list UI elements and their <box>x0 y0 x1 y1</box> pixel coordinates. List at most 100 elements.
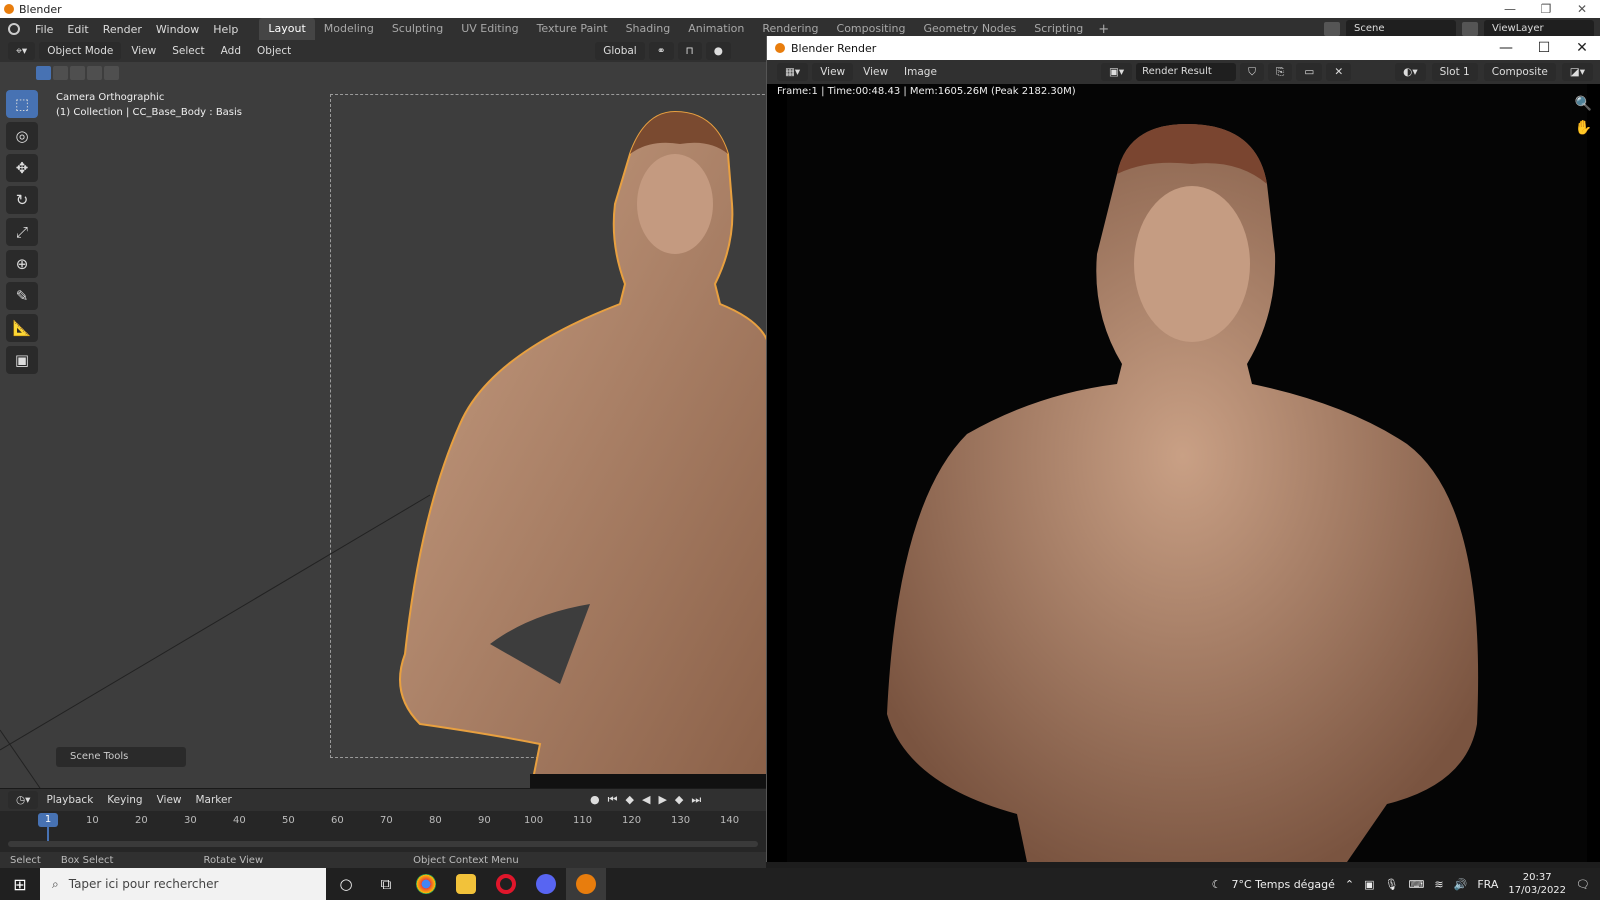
3d-viewport[interactable]: ⌖▾ Object Mode View Select Add Object Gl… <box>0 40 766 788</box>
image-menu-view[interactable]: View <box>857 66 894 78</box>
timeline-menu-playback[interactable]: Playback <box>40 794 99 806</box>
render-close-button[interactable]: ✕ <box>1563 36 1600 60</box>
open-image-icon[interactable]: ▭ <box>1296 63 1323 81</box>
menu-render[interactable]: Render <box>96 23 149 36</box>
character-model[interactable] <box>330 94 766 788</box>
tab-modeling[interactable]: Modeling <box>315 18 383 40</box>
render-image-area[interactable] <box>787 84 1587 862</box>
zoom-icon[interactable]: 🔍 <box>1575 96 1592 112</box>
overlay-icon[interactable]: ◪▾ <box>1561 63 1593 81</box>
prev-keyframe-icon[interactable]: ◆ <box>626 793 634 807</box>
image-view-mode-dropdown[interactable]: View <box>812 63 854 81</box>
editor-type-button[interactable]: ▦▾ <box>777 63 809 81</box>
tick-label: 130 <box>671 815 691 826</box>
task-view-icon[interactable]: ⧉ <box>366 868 406 900</box>
notifications-icon[interactable]: 🗨 <box>1576 878 1590 891</box>
editor-type-button[interactable]: ◷▾ <box>8 791 39 809</box>
meet-now-icon[interactable]: ▣ <box>1364 878 1374 891</box>
maximize-button[interactable]: ❐ <box>1528 0 1564 18</box>
tab-animation[interactable]: Animation <box>679 18 753 40</box>
render-pass-dropdown[interactable]: Composite <box>1483 63 1556 81</box>
scene-icon[interactable] <box>1324 22 1340 36</box>
tab-texture-paint[interactable]: Texture Paint <box>528 18 617 40</box>
pan-hand-icon[interactable]: ✋ <box>1575 120 1592 136</box>
tick-label: 50 <box>282 815 295 826</box>
blender-menu-icon[interactable] <box>8 23 20 35</box>
blender-taskbar-icon[interactable] <box>566 868 606 900</box>
volume-icon[interactable]: 🔊 <box>1454 878 1468 891</box>
blender-logo-icon <box>775 43 785 53</box>
taskbar-search[interactable]: ⌕ Taper ici pour rechercher <box>40 868 326 900</box>
clock-date: 17/03/2022 <box>1508 885 1567 896</box>
tick-label: 10 <box>86 815 99 826</box>
discord-icon[interactable] <box>526 868 566 900</box>
fake-user-icon[interactable]: ⛉ <box>1240 63 1265 81</box>
close-button[interactable]: ✕ <box>1564 0 1600 18</box>
menu-edit[interactable]: Edit <box>60 23 95 36</box>
timeline-menu-view[interactable]: View <box>151 794 188 806</box>
render-result-image <box>887 124 1479 862</box>
unlink-image-icon[interactable]: ✕ <box>1326 63 1352 81</box>
play-icon[interactable]: ▶ <box>658 793 666 807</box>
image-menu-image[interactable]: Image <box>898 66 943 78</box>
weather-moon-icon: ☾ <box>1211 877 1222 891</box>
render-minimize-button[interactable]: — <box>1487 36 1525 60</box>
tick-label: 30 <box>184 815 197 826</box>
keyboard-icon[interactable]: ⌨ <box>1409 878 1425 891</box>
tick-label: 110 <box>573 815 593 826</box>
tick-label: 40 <box>233 815 246 826</box>
chrome-icon[interactable] <box>406 868 446 900</box>
tick-label: 100 <box>524 815 544 826</box>
timeline-menu-marker[interactable]: Marker <box>190 794 238 806</box>
tab-layout[interactable]: Layout <box>259 18 315 40</box>
windows-start-icon[interactable]: ⊞ <box>0 868 40 900</box>
jump-start-icon[interactable]: ⏮ <box>608 793 618 807</box>
chevron-up-icon[interactable]: ⌃ <box>1345 878 1354 891</box>
timeline-scrollbar[interactable] <box>8 841 758 847</box>
tab-uv-editing[interactable]: UV Editing <box>452 18 527 40</box>
status-context-menu: Object Context Menu <box>413 854 519 866</box>
clock-time: 20:37 <box>1522 872 1552 883</box>
tab-sculpting[interactable]: Sculpting <box>383 18 452 40</box>
view-layer-icon[interactable] <box>1462 22 1478 36</box>
next-keyframe-icon[interactable]: ◆ <box>675 793 683 807</box>
render-window-title: Blender Render <box>791 41 877 55</box>
current-frame-indicator[interactable]: 1 <box>38 813 58 827</box>
status-select: Select <box>10 854 41 866</box>
tick-label: 60 <box>331 815 344 826</box>
search-icon: ⌕ <box>52 876 59 891</box>
timeline-editor[interactable]: ◷▾ Playback Keying View Marker ● ⏮ ◆ ◀ ▶… <box>0 788 766 852</box>
menu-file[interactable]: File <box>28 23 60 36</box>
tick-label: 70 <box>380 815 393 826</box>
language-indicator[interactable]: FRA <box>1477 878 1498 891</box>
new-image-icon[interactable]: ⎘ <box>1268 63 1293 81</box>
add-workspace-button[interactable]: + <box>1092 22 1115 37</box>
status-box-select: Box Select <box>60 854 114 866</box>
browse-image-button[interactable]: ▣▾ <box>1100 63 1133 81</box>
file-explorer-icon[interactable] <box>446 868 486 900</box>
menu-window[interactable]: Window <box>149 23 206 36</box>
cortana-icon[interactable]: ○ <box>326 868 366 900</box>
tab-shading[interactable]: Shading <box>617 18 680 40</box>
windows-taskbar: ⊞ ⌕ Taper ici pour rechercher ○ ⧉ ☾ 7°C … <box>0 868 1600 900</box>
record-icon[interactable]: ● <box>590 793 600 807</box>
display-channels-icon[interactable]: ◐▾ <box>1395 63 1426 81</box>
minimize-button[interactable]: — <box>1492 0 1528 18</box>
wifi-icon[interactable]: ≋ <box>1434 878 1443 891</box>
timeline-menu-keying[interactable]: Keying <box>101 794 148 806</box>
image-name-field[interactable]: Render Result <box>1136 63 1237 81</box>
render-nav-gizmo: 🔍 ✋ <box>1575 96 1592 136</box>
taskbar-clock[interactable]: 20:37 17/03/2022 <box>1508 871 1566 897</box>
slot-dropdown[interactable]: Slot 1 <box>1431 63 1478 81</box>
os-title-bar: Blender — ❐ ✕ <box>0 0 1600 18</box>
jump-end-icon[interactable]: ⏭ <box>691 793 701 807</box>
weather-text[interactable]: 7°C Temps dégagé <box>1231 878 1334 891</box>
microphone-icon[interactable]: 🎙 <box>1385 878 1399 891</box>
play-reverse-icon[interactable]: ◀ <box>642 793 650 807</box>
menu-help[interactable]: Help <box>206 23 245 36</box>
tick-label: 20 <box>135 815 148 826</box>
scene-tools-panel[interactable]: Scene Tools <box>56 747 186 767</box>
tick-label: 80 <box>429 815 442 826</box>
opera-icon[interactable] <box>486 868 526 900</box>
render-maximize-button[interactable]: ☐ <box>1525 36 1563 60</box>
